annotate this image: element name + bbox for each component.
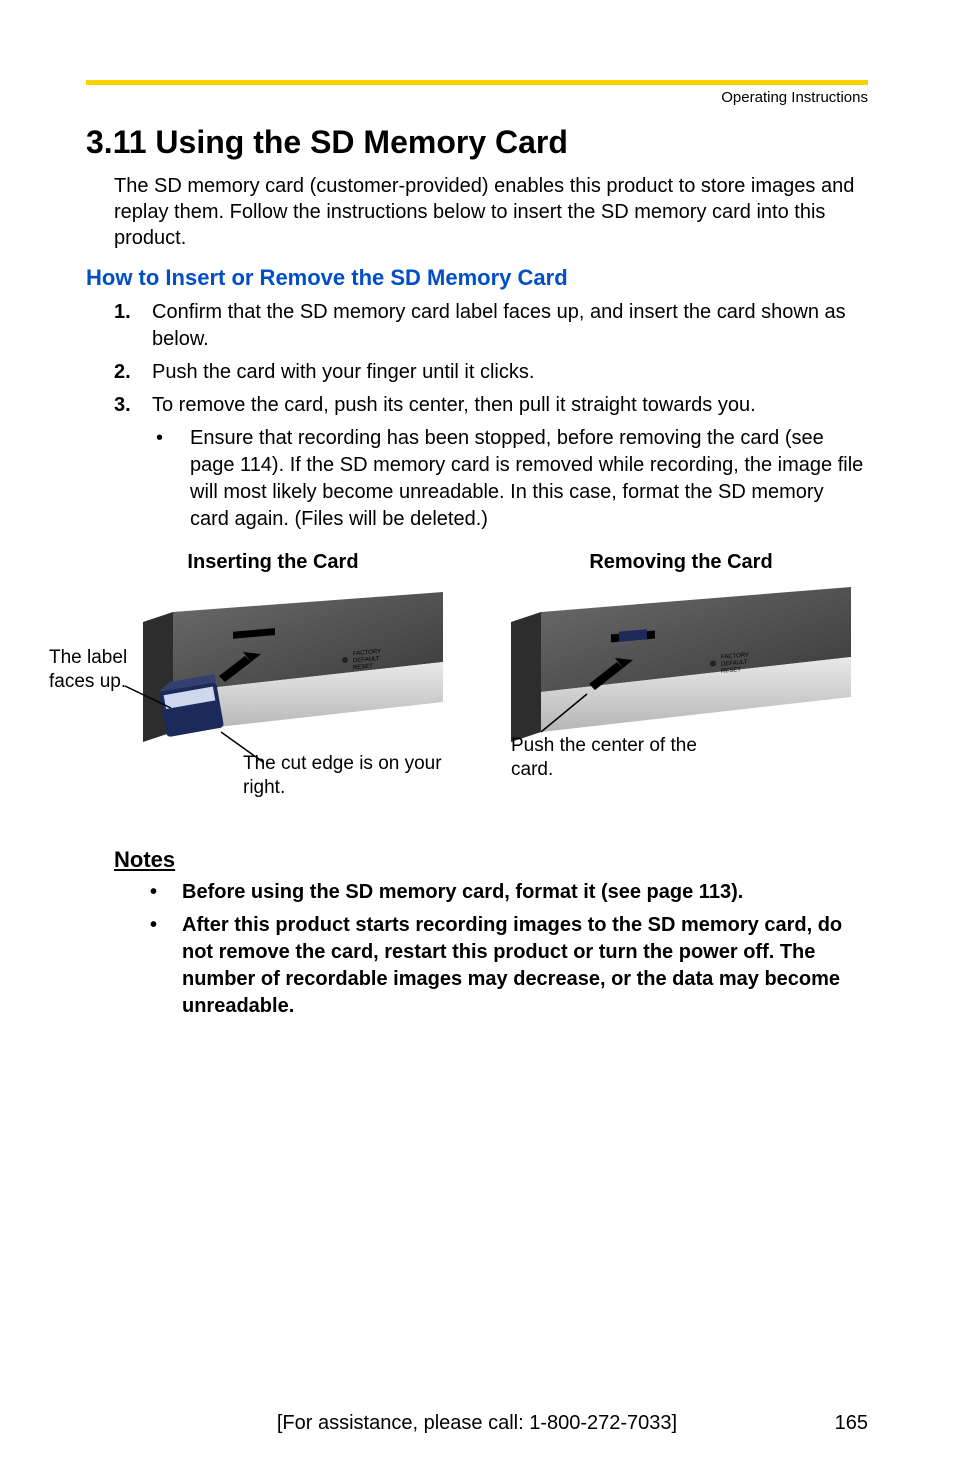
figure-remove-caption: Removing the Card [589,551,772,574]
step-number: 3. [114,392,134,419]
note-item-1: • Before using the SD memory card, forma… [150,879,868,906]
top-rule [86,80,868,85]
figure-insert-caption: Inserting the Card [187,551,358,574]
sub-bullet-text: Ensure that recording has been stopped, … [190,425,868,533]
page-footer: [For assistance, please call: 1-800-272-… [86,1412,868,1435]
notes-heading: Notes [114,847,868,873]
figures-row: Inserting the Card [86,551,868,807]
step-number: 1. [114,299,134,353]
section-title: 3.11 Using the SD Memory Card [86,124,868,161]
label-faces-up: The label faces up. [49,646,149,694]
step-number: 2. [114,359,134,386]
page: Operating Instructions 3.11 Using the SD… [0,0,954,1475]
figure-insert: Inserting the Card [86,551,460,807]
page-number: 165 [835,1412,868,1435]
step-1: 1. Confirm that the SD memory card label… [114,299,868,353]
label-cut-edge: The cut edge is on your right. [243,752,443,800]
figure-insert-image: FACTORY DEFAULT RESET The label faces up… [93,582,453,807]
note-text: After this product starts recording imag… [182,912,868,1020]
bullet-dot: • [156,425,172,533]
note-text: Before using the SD memory card, format … [182,879,743,906]
step-3-sub-bullet: • Ensure that recording has been stopped… [156,425,868,533]
step-text: Push the card with your finger until it … [152,359,534,386]
intro-paragraph: The SD memory card (customer-provided) e… [114,173,868,251]
bullet-dot: • [150,879,164,906]
figure-remove: Removing the Card [494,551,868,807]
label-push-center: Push the center of the card. [511,734,711,782]
step-3: 3. To remove the card, push its center, … [114,392,868,419]
bullet-dot: • [150,912,164,1020]
ordered-steps: 1. Confirm that the SD memory card label… [114,299,868,533]
note-item-2: • After this product starts recording im… [150,912,868,1020]
step-text: Confirm that the SD memory card label fa… [152,299,868,353]
figure-remove-image: FACTORY DEFAULT RESET Push the center of… [501,582,861,797]
running-head: Operating Instructions [86,89,868,106]
step-2: 2. Push the card with your finger until … [114,359,868,386]
step-text: To remove the card, push its center, the… [152,392,756,419]
notes-list: • Before using the SD memory card, forma… [150,879,868,1020]
footer-assistance: [For assistance, please call: 1-800-272-… [86,1412,868,1435]
subsection-heading: How to Insert or Remove the SD Memory Ca… [86,265,868,291]
